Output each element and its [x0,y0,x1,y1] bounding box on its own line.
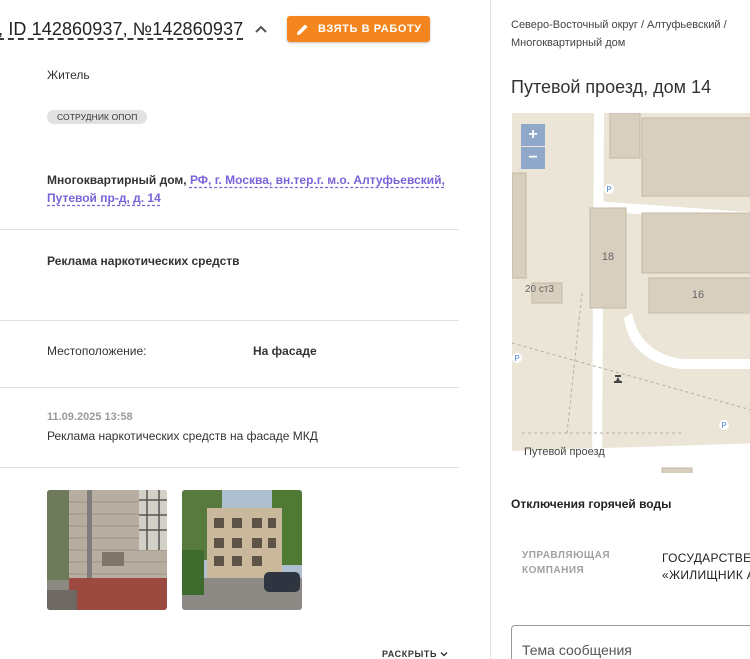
building-label: 20 ст3 [525,284,554,295]
attachment-photo[interactable] [182,490,302,610]
hot-water-outages-title: Отключения горячей воды [511,497,672,511]
parking-marker: P [721,421,726,430]
applicant-type: Житель [47,68,90,82]
chevron-down-icon [440,652,448,657]
chevron-up-icon[interactable] [254,22,268,36]
topic-value: Реклама наркотических средств [47,254,240,268]
parking-marker: P [606,185,611,194]
pencil-icon [297,24,308,35]
breadcrumb-line[interactable]: Северо-Восточный округ / Алтуфьевский / [511,16,750,34]
address-link-part-2[interactable]: Путевой пр-д, д. 14 [47,191,161,205]
zoom-in-button[interactable]: + [521,124,545,146]
expand-label: РАСКРЫТЬ [382,649,438,659]
description-date: 11.09.2025 13:58 [47,411,133,423]
management-company-label-line: КОМПАНИЯ [522,565,585,576]
photo-facade-closeup [47,490,167,610]
breadcrumb-line[interactable]: Многоквартирный дом [511,34,750,52]
parking-marker: P [514,354,519,363]
address-object-type: Многоквартирный дом, [47,173,187,187]
divider [0,387,459,388]
message-subject-input[interactable]: Тема сообщения [511,625,750,659]
map[interactable]: P P P 18 16 20 ст3 Путевой проезд + − [512,113,750,473]
description-text: Реклама наркотических средств на фасаде … [47,429,318,443]
attachment-photo[interactable] [47,490,167,610]
breadcrumb: Северо-Восточный округ / Алтуфьевский / … [511,16,750,52]
address-info-panel: Северо-Восточный округ / Алтуфьевский / … [491,0,750,659]
divider [0,320,459,321]
address-line-1: Многоквартирный дом, РФ, г. Москва, вн.т… [47,173,445,187]
photo-building-street [182,490,302,610]
management-company-label: УПРАВЛЯЮЩАЯ КОМПАНИЯ [522,548,632,578]
applicant-badge: СОТРУДНИК ОПОП [47,110,148,124]
zoom-out-button[interactable]: − [521,147,545,169]
message-subject-placeholder: Тема сообщения [522,642,632,658]
map-canvas[interactable]: P P P 18 16 20 ст3 Путевой проезд [512,113,750,473]
location-value: На фасаде [253,344,317,358]
building-label: 16 [692,289,704,301]
management-company-label-line: УПРАВЛЯЮЩАЯ [522,550,611,561]
street-label: Путевой проезд [524,446,605,458]
take-to-work-label: ВЗЯТЬ В РАБОТУ [318,23,422,35]
divider [0,229,459,230]
management-company-value: ГОСУДАРСТВЕН «ЖИЛИЩНИК А [662,550,750,584]
address-link-part-1[interactable]: РФ, г. Москва, вн.тер.г. м.о. Алтуфьевск… [190,173,445,187]
location-label: Местоположение: [47,344,147,358]
object-title: Путевой проезд, дом 14 [511,77,712,97]
building-label: 18 [602,251,614,263]
request-title[interactable]: е, ID 142860937, №142860937 [0,19,243,40]
divider [0,467,459,468]
address-line-2: Путевой пр-д, д. 14 [47,191,161,205]
management-company-value-line: ГОСУДАРСТВЕН [662,551,750,565]
management-company-value-line: «ЖИЛИЩНИК А [662,568,750,582]
request-details-panel: е, ID 142860937, №142860937 ВЗЯТЬ В РАБО… [0,0,490,659]
expand-button[interactable]: РАСКРЫТЬ [382,649,448,659]
take-to-work-button[interactable]: ВЗЯТЬ В РАБОТУ [287,16,430,42]
